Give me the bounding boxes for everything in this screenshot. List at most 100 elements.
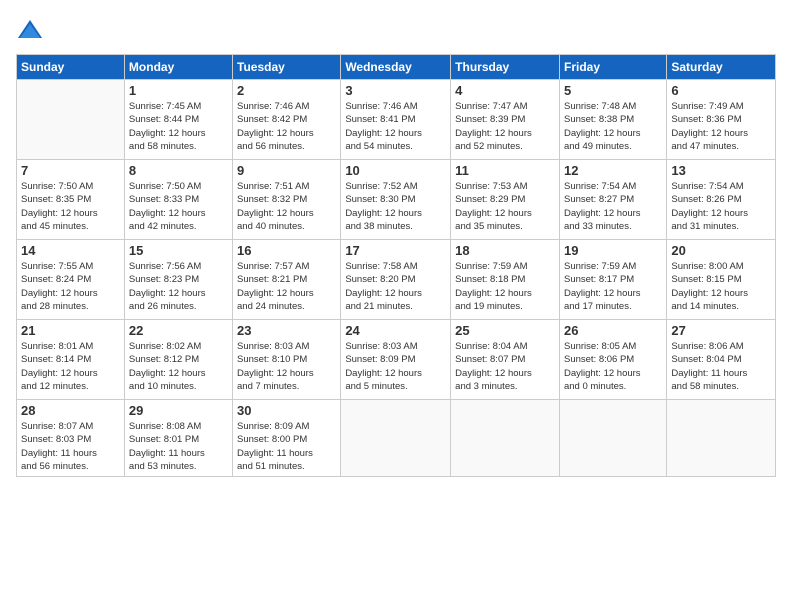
day-number: 26 bbox=[564, 323, 662, 338]
calendar-header-sunday: Sunday bbox=[17, 55, 125, 80]
calendar-cell: 18 Sunrise: 7:59 AM Sunset: 8:18 PM Dayli… bbox=[451, 240, 560, 320]
day-number: 7 bbox=[21, 163, 120, 178]
calendar-cell: 22 Sunrise: 8:02 AM Sunset: 8:12 PM Dayli… bbox=[124, 320, 232, 400]
calendar-cell: 21 Sunrise: 8:01 AM Sunset: 8:14 PM Dayli… bbox=[17, 320, 125, 400]
calendar-cell: 15 Sunrise: 7:56 AM Sunset: 8:23 PM Dayli… bbox=[124, 240, 232, 320]
day-number: 28 bbox=[21, 403, 120, 418]
day-info: Sunrise: 7:45 AM Sunset: 8:44 PM Dayligh… bbox=[129, 100, 228, 153]
day-number: 10 bbox=[345, 163, 446, 178]
calendar-cell: 17 Sunrise: 7:58 AM Sunset: 8:20 PM Dayli… bbox=[341, 240, 451, 320]
calendar-header-tuesday: Tuesday bbox=[233, 55, 341, 80]
day-number: 1 bbox=[129, 83, 228, 98]
calendar-header-saturday: Saturday bbox=[667, 55, 776, 80]
day-number: 24 bbox=[345, 323, 446, 338]
calendar-cell: 5 Sunrise: 7:48 AM Sunset: 8:38 PM Daylig… bbox=[559, 80, 666, 160]
day-info: Sunrise: 7:57 AM Sunset: 8:21 PM Dayligh… bbox=[237, 260, 336, 313]
day-info: Sunrise: 7:58 AM Sunset: 8:20 PM Dayligh… bbox=[345, 260, 446, 313]
day-number: 25 bbox=[455, 323, 555, 338]
calendar-cell: 11 Sunrise: 7:53 AM Sunset: 8:29 PM Dayli… bbox=[451, 160, 560, 240]
calendar-cell: 16 Sunrise: 7:57 AM Sunset: 8:21 PM Dayli… bbox=[233, 240, 341, 320]
day-number: 29 bbox=[129, 403, 228, 418]
calendar-header-row: SundayMondayTuesdayWednesdayThursdayFrid… bbox=[17, 55, 776, 80]
calendar-cell: 7 Sunrise: 7:50 AM Sunset: 8:35 PM Daylig… bbox=[17, 160, 125, 240]
page: SundayMondayTuesdayWednesdayThursdayFrid… bbox=[0, 0, 792, 612]
day-info: Sunrise: 7:48 AM Sunset: 8:38 PM Dayligh… bbox=[564, 100, 662, 153]
day-info: Sunrise: 7:46 AM Sunset: 8:42 PM Dayligh… bbox=[237, 100, 336, 153]
calendar-header-wednesday: Wednesday bbox=[341, 55, 451, 80]
day-info: Sunrise: 7:53 AM Sunset: 8:29 PM Dayligh… bbox=[455, 180, 555, 233]
calendar-cell: 20 Sunrise: 8:00 AM Sunset: 8:15 PM Dayli… bbox=[667, 240, 776, 320]
calendar-cell: 8 Sunrise: 7:50 AM Sunset: 8:33 PM Daylig… bbox=[124, 160, 232, 240]
day-info: Sunrise: 7:50 AM Sunset: 8:33 PM Dayligh… bbox=[129, 180, 228, 233]
day-info: Sunrise: 8:02 AM Sunset: 8:12 PM Dayligh… bbox=[129, 340, 228, 393]
day-number: 15 bbox=[129, 243, 228, 258]
logo bbox=[16, 16, 46, 44]
logo-icon bbox=[16, 16, 44, 44]
calendar-cell: 28 Sunrise: 8:07 AM Sunset: 8:03 PM Dayli… bbox=[17, 400, 125, 477]
calendar-cell bbox=[341, 400, 451, 477]
calendar-cell: 26 Sunrise: 8:05 AM Sunset: 8:06 PM Dayli… bbox=[559, 320, 666, 400]
calendar-cell: 4Sunrise: 7:47 AM Sunset: 8:39 PM Daylig… bbox=[451, 80, 560, 160]
calendar-cell: 19 Sunrise: 7:59 AM Sunset: 8:17 PM Dayli… bbox=[559, 240, 666, 320]
day-info: Sunrise: 8:09 AM Sunset: 8:00 PM Dayligh… bbox=[237, 420, 336, 473]
day-info: Sunrise: 7:49 AM Sunset: 8:36 PM Dayligh… bbox=[671, 100, 771, 153]
day-info: Sunrise: 7:46 AM Sunset: 8:41 PM Dayligh… bbox=[345, 100, 446, 153]
day-number: 12 bbox=[564, 163, 662, 178]
day-number: 9 bbox=[237, 163, 336, 178]
calendar-week-5: 28 Sunrise: 8:07 AM Sunset: 8:03 PM Dayli… bbox=[17, 400, 776, 477]
calendar-cell bbox=[451, 400, 560, 477]
day-info: Sunrise: 7:54 AM Sunset: 8:26 PM Dayligh… bbox=[671, 180, 771, 233]
day-number: 23 bbox=[237, 323, 336, 338]
calendar-cell: 1 Sunrise: 7:45 AM Sunset: 8:44 PM Daylig… bbox=[124, 80, 232, 160]
calendar-cell bbox=[17, 80, 125, 160]
day-number: 19 bbox=[564, 243, 662, 258]
day-number: 8 bbox=[129, 163, 228, 178]
day-info: Sunrise: 8:08 AM Sunset: 8:01 PM Dayligh… bbox=[129, 420, 228, 473]
day-info: Sunrise: 8:00 AM Sunset: 8:15 PM Dayligh… bbox=[671, 260, 771, 313]
calendar-cell: 24 Sunrise: 8:03 AM Sunset: 8:09 PM Dayli… bbox=[341, 320, 451, 400]
day-number: 16 bbox=[237, 243, 336, 258]
day-info: Sunrise: 8:07 AM Sunset: 8:03 PM Dayligh… bbox=[21, 420, 120, 473]
day-number: 14 bbox=[21, 243, 120, 258]
day-info: Sunrise: 7:51 AM Sunset: 8:32 PM Dayligh… bbox=[237, 180, 336, 233]
day-number: 27 bbox=[671, 323, 771, 338]
day-info: Sunrise: 8:05 AM Sunset: 8:06 PM Dayligh… bbox=[564, 340, 662, 393]
day-info: Sunrise: 7:50 AM Sunset: 8:35 PM Dayligh… bbox=[21, 180, 120, 233]
day-info: Sunrise: 8:03 AM Sunset: 8:09 PM Dayligh… bbox=[345, 340, 446, 393]
day-number: 22 bbox=[129, 323, 228, 338]
day-info: Sunrise: 7:55 AM Sunset: 8:24 PM Dayligh… bbox=[21, 260, 120, 313]
day-info: Sunrise: 7:47 AM Sunset: 8:39 PM Dayligh… bbox=[455, 100, 555, 153]
day-info: Sunrise: 7:54 AM Sunset: 8:27 PM Dayligh… bbox=[564, 180, 662, 233]
day-info: Sunrise: 7:56 AM Sunset: 8:23 PM Dayligh… bbox=[129, 260, 228, 313]
day-number: 17 bbox=[345, 243, 446, 258]
day-number: 3 bbox=[345, 83, 446, 98]
calendar-cell: 3 Sunrise: 7:46 AM Sunset: 8:41 PM Daylig… bbox=[341, 80, 451, 160]
calendar-header-monday: Monday bbox=[124, 55, 232, 80]
calendar-week-3: 14 Sunrise: 7:55 AM Sunset: 8:24 PM Dayli… bbox=[17, 240, 776, 320]
day-number: 6 bbox=[671, 83, 771, 98]
day-info: Sunrise: 7:52 AM Sunset: 8:30 PM Dayligh… bbox=[345, 180, 446, 233]
calendar-cell: 2 Sunrise: 7:46 AM Sunset: 8:42 PM Daylig… bbox=[233, 80, 341, 160]
day-number: 18 bbox=[455, 243, 555, 258]
day-info: Sunrise: 8:03 AM Sunset: 8:10 PM Dayligh… bbox=[237, 340, 336, 393]
day-info: Sunrise: 7:59 AM Sunset: 8:18 PM Dayligh… bbox=[455, 260, 555, 313]
calendar-cell: 23 Sunrise: 8:03 AM Sunset: 8:10 PM Dayli… bbox=[233, 320, 341, 400]
header bbox=[16, 16, 776, 44]
calendar-cell: 9 Sunrise: 7:51 AM Sunset: 8:32 PM Daylig… bbox=[233, 160, 341, 240]
calendar-week-4: 21 Sunrise: 8:01 AM Sunset: 8:14 PM Dayli… bbox=[17, 320, 776, 400]
day-info: Sunrise: 8:01 AM Sunset: 8:14 PM Dayligh… bbox=[21, 340, 120, 393]
calendar-header-thursday: Thursday bbox=[451, 55, 560, 80]
day-number: 13 bbox=[671, 163, 771, 178]
day-info: Sunrise: 8:04 AM Sunset: 8:07 PM Dayligh… bbox=[455, 340, 555, 393]
day-number: 11 bbox=[455, 163, 555, 178]
day-info: Sunrise: 7:59 AM Sunset: 8:17 PM Dayligh… bbox=[564, 260, 662, 313]
calendar-cell: 27Sunrise: 8:06 AM Sunset: 8:04 PM Dayli… bbox=[667, 320, 776, 400]
calendar-cell: 13 Sunrise: 7:54 AM Sunset: 8:26 PM Dayli… bbox=[667, 160, 776, 240]
day-number: 2 bbox=[237, 83, 336, 98]
day-number: 5 bbox=[564, 83, 662, 98]
day-number: 21 bbox=[21, 323, 120, 338]
calendar-header-friday: Friday bbox=[559, 55, 666, 80]
calendar-cell bbox=[559, 400, 666, 477]
calendar-week-2: 7 Sunrise: 7:50 AM Sunset: 8:35 PM Daylig… bbox=[17, 160, 776, 240]
day-number: 20 bbox=[671, 243, 771, 258]
